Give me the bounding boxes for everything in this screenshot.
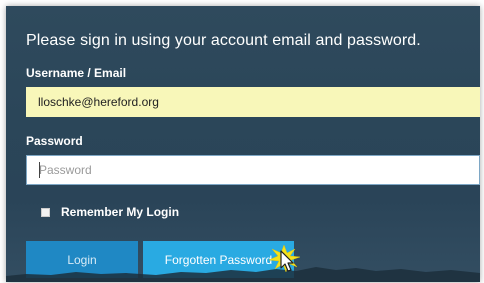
- mountain-silhouette: [6, 267, 480, 282]
- sign-in-heading: Please sign in using your account email …: [26, 32, 421, 49]
- text-caret: [39, 162, 40, 178]
- sign-in-panel: Please sign in using your account email …: [6, 6, 480, 282]
- username-label: Username / Email: [26, 66, 127, 80]
- pointer-hand-icon: [268, 244, 301, 273]
- remember-login-row[interactable]: Remember My Login: [41, 205, 179, 219]
- screenshot-stage: Please sign in using your account email …: [0, 0, 484, 283]
- password-label: Password: [26, 134, 83, 148]
- remember-login-checkbox[interactable]: [41, 207, 50, 217]
- username-email-input[interactable]: lloschke@hereford.org: [26, 87, 480, 117]
- password-input[interactable]: [26, 155, 480, 185]
- remember-login-label: Remember My Login: [61, 205, 180, 219]
